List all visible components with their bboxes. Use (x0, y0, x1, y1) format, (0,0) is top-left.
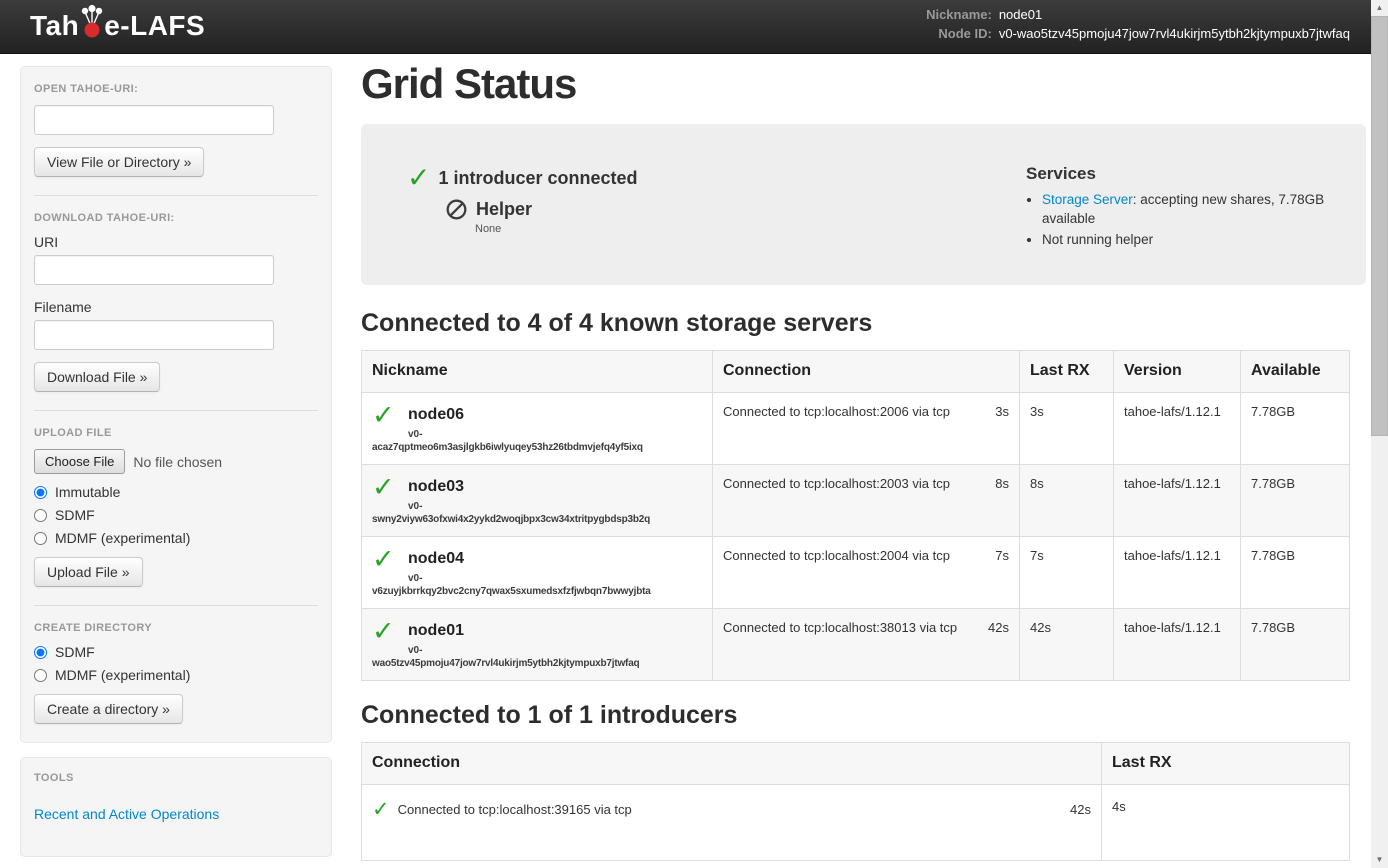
upload-option-sdmf[interactable]: SDMF (34, 507, 318, 523)
nickname-value: node01 (999, 7, 1350, 23)
storage-table-header: Nickname Connection Last RX Version Avai… (362, 351, 1350, 393)
connected-check-icon: ✓ (372, 474, 400, 501)
node-id-label: Node ID: (926, 26, 992, 42)
col-last-rx: Last RX (1020, 351, 1114, 393)
sidebar: OPEN TAHOE-URI: View File or Directory »… (20, 66, 332, 857)
col-version: Version (1114, 351, 1241, 393)
download-uri-input[interactable] (34, 255, 274, 285)
recent-operations-link[interactable]: Recent and Active Operations (34, 806, 219, 822)
node-id: v6zuyjkbrrkqy2bvc2cny7qwax5sxumedsxfzfjw… (372, 586, 702, 597)
upload-file-button[interactable]: Upload File » (34, 557, 143, 587)
brand-logo[interactable]: Tah e-LAFS (30, 10, 205, 42)
filename-input[interactable] (34, 320, 274, 350)
connected-check-icon: ✓ (372, 618, 400, 645)
create-directory-section: CREATE DIRECTORY SDMF MDMF (experimental… (34, 605, 318, 742)
col-available: Available (1241, 351, 1350, 393)
services-title: Services (1026, 164, 1342, 184)
file-status-text: No file chosen (133, 454, 222, 470)
filename-field-label: Filename (34, 299, 318, 315)
tools-panel: TOOLS Recent and Active Operations (20, 757, 332, 857)
upload-option-mdmf[interactable]: MDMF (experimental) (34, 530, 318, 546)
download-uri-label: DOWNLOAD TAHOE-URI: (34, 212, 318, 224)
col-nickname: Nickname (362, 351, 713, 393)
choose-file-button[interactable]: Choose File (34, 449, 125, 474)
download-uri-section: DOWNLOAD TAHOE-URI: URI Filename Downloa… (34, 195, 318, 410)
dir-option-sdmf[interactable]: SDMF (34, 644, 318, 660)
col-connection: Connection (713, 351, 1020, 393)
storage-servers-table: Nickname Connection Last RX Version Avai… (361, 350, 1350, 681)
dir-mdmf-radio[interactable] (34, 669, 47, 682)
service-item-helper: Not running helper (1042, 230, 1342, 249)
scroll-down-arrow[interactable]: ▼ (1371, 852, 1388, 868)
col-last-rx: Last RX (1102, 743, 1350, 785)
brand-text-pre: Tah (30, 10, 79, 42)
create-directory-label: CREATE DIRECTORY (34, 622, 318, 634)
connected-check-icon: ✓ (372, 546, 400, 573)
upload-option-immutable[interactable]: Immutable (34, 484, 318, 500)
download-file-button[interactable]: Download File » (34, 362, 160, 392)
page-title: Grid Status (361, 60, 1366, 108)
storage-row-node03: ✓ node03 v0- swny2viyw63ofxwi4x2yykd2woq… (362, 465, 1350, 537)
brand-text-post: e-LAFS (104, 10, 205, 42)
immutable-radio[interactable] (34, 486, 47, 499)
introducers-table-header: Connection Last RX (362, 743, 1350, 785)
scroll-up-arrow[interactable]: ▲ (1371, 0, 1388, 16)
services-section: Services Storage Server: accepting new s… (1026, 164, 1346, 251)
upload-mdmf-radio[interactable] (34, 532, 47, 545)
node-identity: Nickname: node01 Node ID: v0-wao5tzv45pm… (926, 7, 1350, 42)
open-uri-input[interactable] (34, 105, 274, 135)
helper-value: None (475, 223, 1026, 235)
status-summary: ✓ 1 introducer connected Helper None (407, 164, 1026, 251)
scrollbar-thumb[interactable] (1371, 16, 1388, 436)
dir-sdmf-radio[interactable] (34, 646, 47, 659)
dir-option-mdmf[interactable]: MDMF (experimental) (34, 667, 318, 683)
sidebar-forms-panel: OPEN TAHOE-URI: View File or Directory »… (20, 66, 332, 743)
view-file-button[interactable]: View File or Directory » (34, 147, 204, 177)
introducers-table: Connection Last RX ✓ Connected to tcp:lo… (361, 742, 1350, 861)
storage-servers-heading: Connected to 4 of 4 known storage server… (361, 309, 1366, 338)
tools-label: TOOLS (34, 772, 318, 784)
upload-sdmf-radio[interactable] (34, 509, 47, 522)
node-id: wao5tzv45pmoju47jow7rvl4ukirjm5ytbh2kjty… (372, 658, 702, 669)
no-helper-icon (445, 198, 468, 221)
node-id: swny2viyw63ofxwi4x2yykd2woqjbpx3cw34xtri… (372, 514, 702, 525)
storage-server-link[interactable]: Storage Server (1042, 192, 1133, 207)
upload-file-label: UPLOAD FILE (34, 427, 318, 439)
vertical-scrollbar[interactable]: ▲ ▼ (1371, 0, 1388, 868)
col-connection: Connection (362, 743, 1102, 785)
service-item-storage: Storage Server: accepting new shares, 7.… (1042, 190, 1342, 228)
storage-row-node01: ✓ node01 v0- wao5tzv45pmoju47jow7rvl4uki… (362, 609, 1350, 681)
node-id-value: v0-wao5tzv45pmoju47jow7rvl4ukirjm5ytbh2k… (999, 26, 1350, 42)
storage-row-node04: ✓ node04 v0- v6zuyjkbrrkqy2bvc2cny7qwax5… (362, 537, 1350, 609)
helper-title: Helper (476, 199, 532, 220)
open-uri-section: OPEN TAHOE-URI: View File or Directory » (34, 67, 318, 195)
status-well: ✓ 1 introducer connected Helper None Ser… (361, 124, 1366, 285)
top-navbar: Tah e-LAFS Nickname: node01 Node ID: v0-… (0, 0, 1388, 54)
tahoe-logo-icon (79, 4, 105, 40)
main-content: Grid Status ✓ 1 introducer connected Hel… (361, 54, 1366, 868)
create-directory-button[interactable]: Create a directory » (34, 694, 183, 724)
introducer-row: ✓ Connected to tcp:localhost:39165 via t… (362, 785, 1350, 861)
nickname-label: Nickname: (926, 7, 992, 23)
check-icon: ✓ (407, 164, 430, 192)
storage-row-node06: ✓ node06 v0- acaz7qptmeo6m3asjlgkb6iwlyu… (362, 393, 1350, 465)
uri-field-label: URI (34, 234, 318, 250)
node-id: acaz7qptmeo6m3asjlgkb6iwlyuqey53hz26tbdm… (372, 442, 702, 453)
introducers-heading: Connected to 1 of 1 introducers (361, 701, 1366, 730)
introducer-status-text: 1 introducer connected (438, 168, 637, 189)
open-uri-label: OPEN TAHOE-URI: (34, 83, 318, 95)
upload-file-section: UPLOAD FILE Choose File No file chosen I… (34, 410, 318, 605)
connected-check-icon: ✓ (372, 799, 390, 820)
connected-check-icon: ✓ (372, 402, 400, 429)
